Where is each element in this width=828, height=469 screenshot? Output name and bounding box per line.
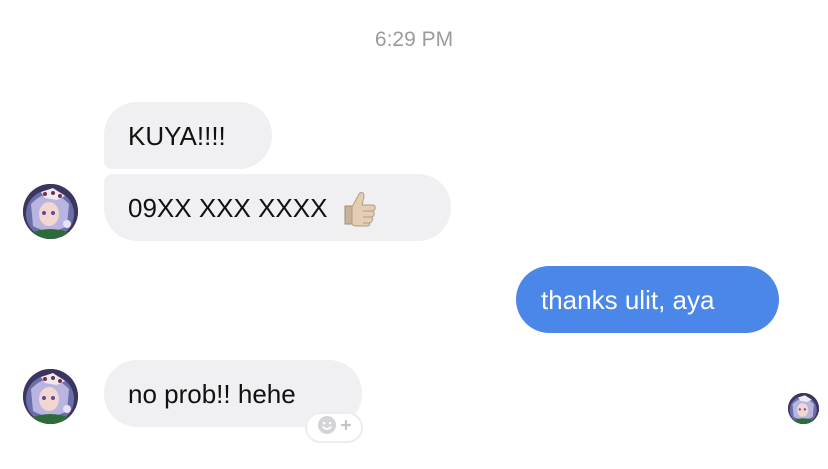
add-reaction-icon: [314, 414, 354, 441]
contact-avatar[interactable]: [23, 184, 78, 239]
message-text: 09XX XXX XXXX: [128, 192, 328, 223]
incoming-message-bubble[interactable]: KUYA!!!!: [104, 102, 272, 169]
message-text: no prob!! hehe: [128, 378, 296, 409]
incoming-message-bubble[interactable]: 09XX XXX XXXX: [104, 174, 451, 241]
message-timestamp: 6:29 PM: [374, 28, 454, 51]
thumbs-up-icon: [339, 188, 379, 228]
message-text: KUYA!!!!: [128, 120, 226, 151]
add-reaction-button[interactable]: [305, 412, 363, 443]
read-receipt-avatar: [788, 393, 819, 424]
message-text: thanks ulit, aya: [541, 284, 715, 315]
outgoing-message-bubble[interactable]: thanks ulit, aya: [516, 266, 779, 333]
contact-avatar[interactable]: [23, 369, 78, 424]
